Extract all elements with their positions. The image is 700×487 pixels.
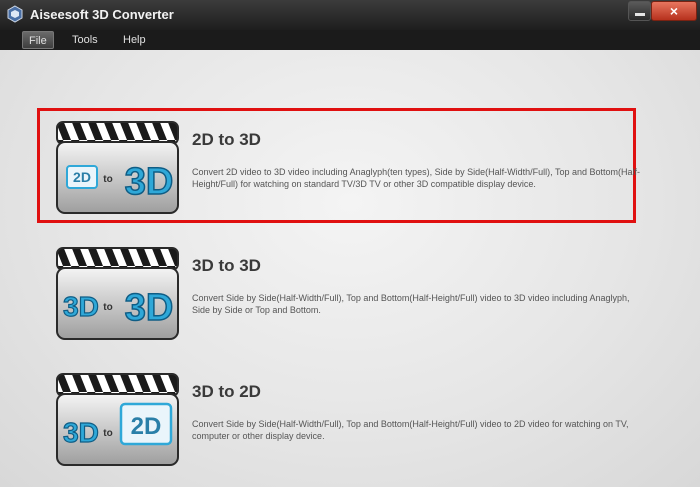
main-content: 2D to 3D 2D to 3D Convert 2D video to 3D… — [0, 50, 700, 487]
thumb-left-text: 3D — [63, 291, 99, 322]
menu-bar: File Tools Help — [0, 30, 700, 50]
menu-help[interactable]: Help — [117, 31, 152, 49]
option-description: Convert Side by Side(Half-Width/Full), T… — [192, 419, 629, 441]
option-2d-to-3d[interactable]: 2D to 3D 2D to 3D Convert 2D video to 3D… — [55, 120, 655, 215]
minimize-icon — [634, 12, 645, 16]
thumb-mid-text: to — [103, 428, 112, 439]
option-title: 2D to 3D — [192, 130, 261, 149]
clapperboard-3d-to-2d-icon: 3D to 2D — [56, 373, 179, 466]
thumb-right-text: 2D — [131, 413, 162, 440]
option-3d-to-3d[interactable]: 3D to 3D 3D to 3D Convert Side by Side(H… — [55, 246, 655, 341]
close-icon: × — [669, 3, 679, 19]
thumb-right-text: 3D — [125, 161, 174, 203]
option-description: Convert 2D video to 3D video including A… — [192, 167, 641, 189]
thumb-left-text: 3D — [63, 417, 99, 448]
clapperboard-2d-to-3d-icon: 2D to 3D — [56, 121, 179, 214]
menu-file[interactable]: File — [22, 31, 54, 49]
menu-tools[interactable]: Tools — [66, 31, 104, 49]
app-title: Aiseesoft 3D Converter — [30, 7, 174, 22]
thumb-left-text: 2D — [73, 169, 91, 185]
option-description: Convert Side by Side(Half-Width/Full), T… — [192, 293, 630, 315]
thumb-mid-text: to — [103, 302, 112, 313]
option-title: 3D to 3D — [192, 256, 261, 275]
title-bar: Aiseesoft 3D Converter × — [0, 0, 700, 30]
minimize-button[interactable] — [628, 1, 651, 21]
option-title: 3D to 2D — [192, 382, 261, 401]
option-3d-to-2d[interactable]: 3D to 2D 3D to 2D Convert Side by Side(H… — [55, 372, 655, 467]
close-button[interactable]: × — [651, 1, 697, 21]
thumb-mid-text: to — [103, 174, 112, 185]
clapperboard-3d-to-3d-icon: 3D to 3D — [56, 247, 179, 340]
app-logo-icon — [7, 5, 23, 23]
thumb-right-text: 3D — [125, 287, 174, 329]
